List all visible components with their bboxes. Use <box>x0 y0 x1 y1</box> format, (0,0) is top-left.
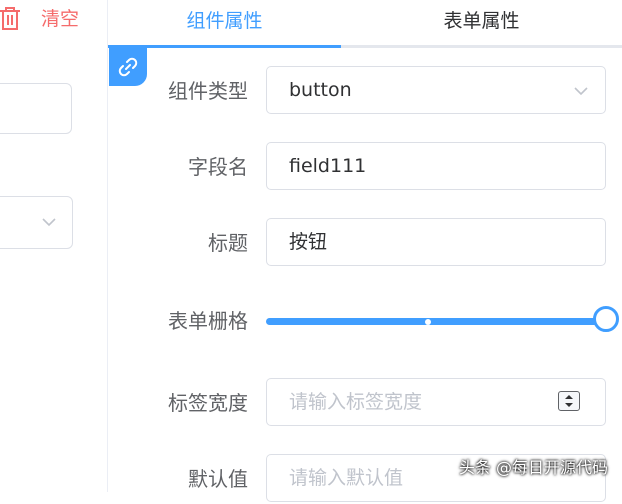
clear-button[interactable]: 清空 <box>41 4 79 31</box>
field-name-input[interactable]: field111 <box>266 142 606 190</box>
label-width-placeholder: 请输入标签宽度 <box>289 391 423 413</box>
slider-stop <box>425 319 431 325</box>
component-type-select[interactable]: button <box>266 66 606 114</box>
label-width-label: 标签宽度 <box>168 391 248 415</box>
stepper-arrows-icon <box>565 395 573 407</box>
trash-icon[interactable] <box>0 5 22 31</box>
property-tabs: 组件属性 表单属性 <box>108 0 622 48</box>
component-type-label: 组件类型 <box>168 79 248 103</box>
chevron-down-icon <box>574 87 588 96</box>
left-select[interactable] <box>0 196 73 249</box>
default-value-placeholder: 请输入默认值 <box>289 467 404 489</box>
title-label: 标题 <box>208 231 248 255</box>
left-input[interactable] <box>0 83 72 134</box>
tab-form-properties[interactable]: 表单属性 <box>341 0 622 45</box>
label-width-input[interactable]: 请输入标签宽度 <box>266 378 606 426</box>
title-input[interactable]: 按钮 <box>266 218 606 266</box>
form-grid-label: 表单栅格 <box>168 309 248 333</box>
row-label-width: 标签宽度 请输入标签宽度 <box>108 378 622 428</box>
row-component-type: 组件类型 button <box>108 66 622 116</box>
tab-component-properties[interactable]: 组件属性 <box>108 0 341 45</box>
row-title: 标题 按钮 <box>108 218 622 268</box>
component-type-value: button <box>289 79 352 101</box>
form-grid-slider[interactable] <box>266 306 619 332</box>
field-name-label: 字段名 <box>188 155 248 179</box>
default-value-label: 默认值 <box>188 467 248 491</box>
left-panel: 清空 <box>0 0 108 492</box>
title-value: 按钮 <box>289 231 328 253</box>
field-name-value: field111 <box>289 155 367 177</box>
number-stepper[interactable] <box>558 391 580 411</box>
chevron-down-icon <box>42 218 56 227</box>
row-field-name: 字段名 field111 <box>108 142 622 192</box>
slider-handle[interactable] <box>593 306 619 332</box>
watermark: 头条 @每日开源代码 <box>458 458 608 477</box>
